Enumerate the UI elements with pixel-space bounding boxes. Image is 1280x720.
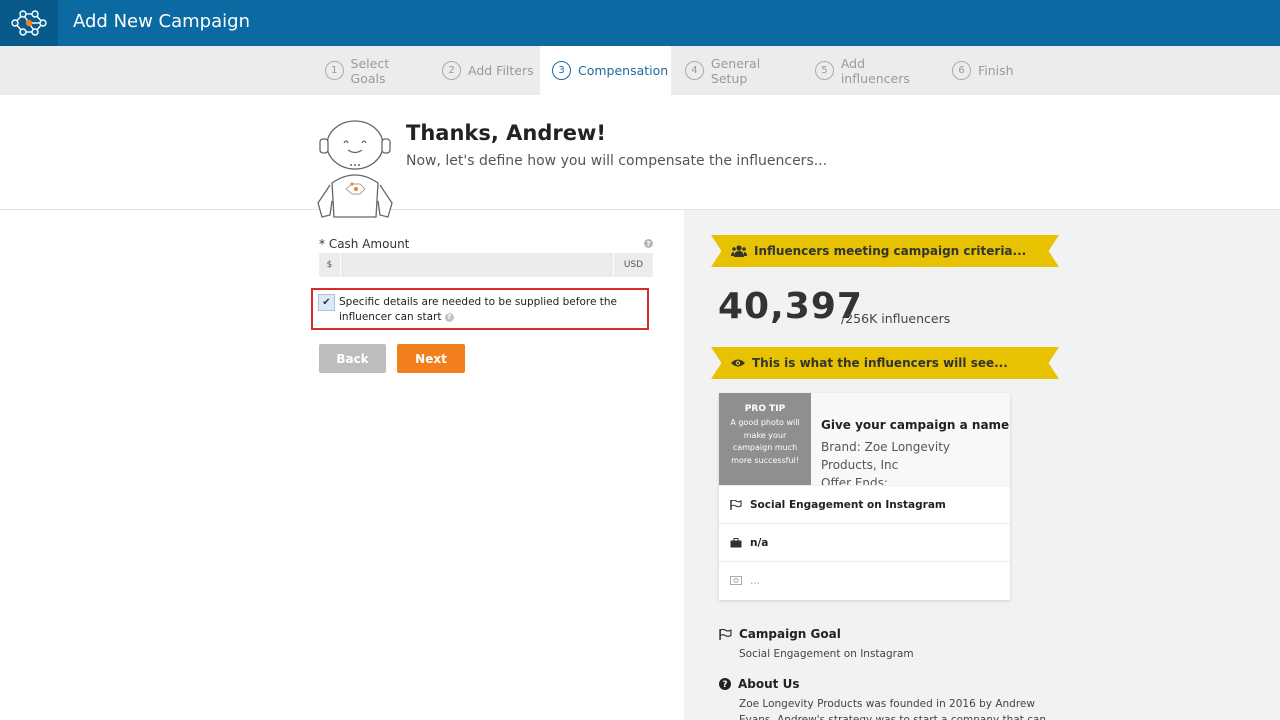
network-logo-icon: [11, 10, 47, 36]
preview-ribbon-text: This is what the influencers will see...: [752, 356, 1008, 370]
checkbox-text: Specific details are needed to be suppli…: [339, 296, 617, 323]
users-icon: [731, 245, 747, 257]
preview-ribbon: This is what the influencers will see...: [711, 347, 1059, 379]
card-row-product: n/a: [719, 523, 1010, 561]
hero-title: Thanks, Andrew!: [406, 121, 606, 145]
card-row-goal: Social Engagement on Instagram: [719, 485, 1010, 523]
money-icon: [730, 576, 742, 585]
hero-subtitle: Now, let's define how you will compensat…: [406, 153, 828, 169]
pro-tip-text: A good photo will make your campaign muc…: [730, 418, 800, 465]
cash-amount-input[interactable]: [341, 253, 613, 277]
campaign-goal-title: Campaign Goal: [739, 627, 841, 641]
step-label: Finish: [978, 63, 1014, 78]
flag-icon: [730, 499, 742, 510]
criteria-ribbon-text: Influencers meeting campaign criteria...: [754, 244, 1027, 258]
robot-mascot: [317, 120, 393, 218]
app-title: Add New Campaign: [73, 11, 250, 32]
question-icon[interactable]: ?: [444, 312, 454, 322]
step-select-goals[interactable]: 1 Select Goals: [315, 46, 426, 95]
step-finish[interactable]: 6 Finish: [940, 46, 1030, 95]
step-general-setup[interactable]: 4 General Setup: [674, 46, 800, 95]
back-button[interactable]: Back: [319, 344, 386, 373]
question-icon: ?: [719, 678, 731, 690]
flag-icon: [719, 628, 732, 640]
question-icon[interactable]: ?: [644, 239, 653, 248]
card-row-cash: ...: [719, 561, 1010, 599]
campaign-preview-card: PRO TIP A good photo will make your camp…: [719, 393, 1010, 600]
step-compensation[interactable]: 3 Compensation: [540, 46, 671, 95]
step-label: Add influencers: [840, 55, 910, 86]
about-us-title: About Us: [738, 677, 800, 691]
step-label: Select Goals: [350, 55, 390, 86]
step-number: 5: [815, 61, 834, 80]
step-number: 1: [325, 61, 344, 80]
card-goal-text: Social Engagement on Instagram: [750, 498, 946, 511]
briefcase-icon: [730, 537, 742, 548]
step-label: General Setup: [710, 55, 761, 86]
next-button[interactable]: Next: [397, 344, 465, 373]
campaign-goal-heading: Campaign Goal: [719, 627, 841, 641]
step-number: 4: [685, 61, 704, 80]
about-us-text: Zoe Longevity Products was founded in 20…: [739, 698, 1047, 720]
cash-amount-field: $ USD: [319, 253, 653, 277]
currency-suffix: USD: [613, 253, 653, 277]
step-add-filters[interactable]: 2 Add Filters: [432, 46, 538, 95]
currency-prefix: $: [319, 253, 341, 277]
campaign-name: Give your campaign a name: [821, 418, 1010, 432]
campaign-goal-text: Social Engagement on Instagram: [739, 648, 914, 660]
influencer-total: /256K influencers: [841, 311, 951, 326]
card-product-text: n/a: [750, 536, 769, 549]
cash-amount-label: * Cash Amount: [319, 237, 410, 251]
eye-icon: [731, 358, 745, 368]
brand-text: Brand: Zoe Longevity Products, Inc: [821, 440, 951, 472]
top-bar: Add New Campaign: [0, 0, 1280, 46]
step-add-influencers[interactable]: 5 Add influencers: [804, 46, 937, 95]
step-label: Compensation: [578, 63, 669, 78]
app-logo[interactable]: [0, 0, 58, 46]
about-us-heading: ? About Us: [719, 677, 799, 691]
pro-tip-image-placeholder[interactable]: PRO TIP A good photo will make your camp…: [719, 393, 811, 485]
campaign-brand: Brand: Zoe Longevity Products, Inc Offer…: [821, 438, 1001, 492]
step-label: Add Filters: [468, 63, 534, 78]
svg-text:?: ?: [722, 680, 727, 690]
criteria-ribbon: Influencers meeting campaign criteria...: [711, 235, 1059, 267]
details-checkbox-label[interactable]: Specific details are needed to be suppli…: [339, 295, 645, 325]
card-cash-text: ...: [750, 574, 761, 587]
pro-tip-heading: PRO TIP: [744, 404, 786, 414]
checkmark-icon: ✔: [322, 297, 331, 308]
step-number: 6: [952, 61, 971, 80]
step-number: 2: [442, 61, 461, 80]
step-number: 3: [552, 61, 571, 80]
wizard-steps: 1 Select Goals 2 Add Filters 3 Compensat…: [0, 46, 1280, 95]
details-checkbox[interactable]: ✔: [318, 294, 335, 311]
